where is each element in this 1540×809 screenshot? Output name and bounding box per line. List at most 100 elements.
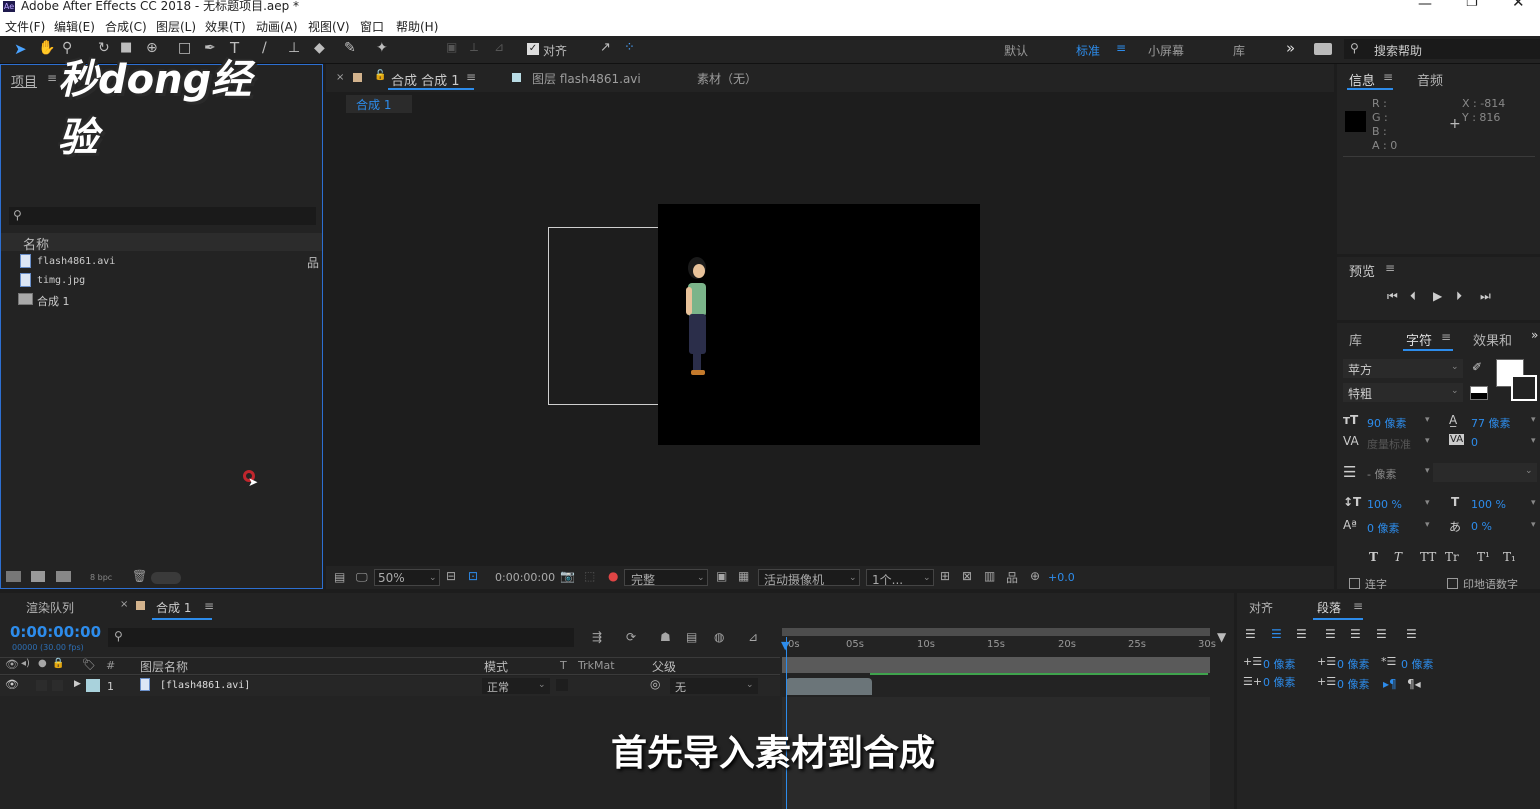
close-icon[interactable]: ✕ (1512, 0, 1525, 10)
stroke-type-select[interactable]: ⌄ (1433, 463, 1537, 482)
chevron-down-icon[interactable]: ▾ (1425, 498, 1430, 508)
snap-grid-icon[interactable]: ⁘ (624, 40, 635, 55)
frame-blending-icon[interactable]: ▤ (686, 630, 697, 644)
rtl-direction-icon[interactable]: ¶◂ (1407, 677, 1421, 691)
menu-composition[interactable]: 合成(C) (105, 18, 147, 35)
preview-tab[interactable]: 预览 (1349, 261, 1375, 280)
safe-margin-icon[interactable]: ⊡ (468, 569, 478, 583)
restore-icon[interactable]: ❐ (1466, 0, 1478, 9)
tab-paragraph[interactable]: 段落 (1317, 599, 1341, 616)
bpc-label[interactable]: 8 bpc (90, 573, 112, 582)
tab-menu-icon[interactable]: ≡ (466, 70, 476, 84)
align-right-icon[interactable]: ☰ (1296, 627, 1307, 641)
resolution-fit-icon[interactable]: ⊟ (446, 569, 456, 583)
tab-render-queue[interactable]: 渲染队列 (26, 599, 74, 616)
more-panels-icon[interactable]: » (1531, 328, 1538, 342)
menu-help[interactable]: 帮助(H) (396, 18, 438, 35)
camera-select[interactable]: 活动摄像机 ⌄ (758, 569, 860, 587)
ligatures-checkbox[interactable] (1349, 578, 1360, 589)
font-family-select[interactable]: 苹方 ⌄ (1343, 359, 1463, 378)
viewer-timecode[interactable]: 0:00:00:00 (495, 571, 555, 584)
puppet-tool-icon[interactable]: ✦ (376, 40, 388, 56)
channel-icon[interactable]: ● (608, 569, 618, 583)
tab-align[interactable]: 对齐 (1249, 599, 1273, 616)
project-tab[interactable]: 项目 (11, 71, 37, 90)
indent-left-value[interactable]: 0 像素 (1263, 656, 1296, 672)
list-item[interactable]: timg.jpg (1, 272, 307, 290)
layer-label-color[interactable] (86, 679, 100, 692)
indent-right-value[interactable]: 0 像素 (1263, 674, 1296, 690)
tab-character[interactable]: 字符 (1406, 330, 1432, 349)
leading-value[interactable]: 77 像素 (1471, 415, 1511, 431)
display-icon[interactable]: 🖵 (356, 570, 368, 585)
small-caps-button[interactable]: Tr (1445, 550, 1459, 564)
time-navigator-track[interactable] (782, 657, 1210, 673)
audio-tab[interactable]: 音频 (1417, 70, 1443, 89)
preview-menu-icon[interactable]: ≡ (1385, 261, 1395, 275)
ltr-direction-icon[interactable]: ▸¶ (1383, 677, 1397, 691)
views-select[interactable]: 1个... ⌄ (866, 569, 934, 587)
region-of-interest-icon[interactable]: ▣ (716, 569, 727, 583)
info-menu-icon[interactable]: ≡ (1383, 70, 1393, 84)
paragraph-menu-icon[interactable]: ≡ (1353, 599, 1363, 613)
lock-icon[interactable]: 🔓 (374, 70, 386, 81)
help-search-input[interactable]: ⚲ 搜索帮助 (1344, 39, 1540, 59)
solo-box[interactable] (36, 680, 47, 691)
trash-icon[interactable]: 🗑 (132, 569, 147, 583)
project-search-input[interactable]: ⚲ (9, 207, 316, 225)
solo-header-icon[interactable]: ● (38, 658, 47, 669)
label-header-icon[interactable]: 🏷 (82, 658, 96, 671)
current-timecode[interactable]: 0:00:00:00 (10, 623, 101, 641)
shy-layers-icon[interactable]: ☗ (660, 630, 671, 644)
motion-blur-icon[interactable]: ◍ (714, 630, 724, 644)
exposure-icon[interactable]: ⊕ (1030, 569, 1040, 583)
layer-name[interactable]: [flash4861.avi] (160, 680, 250, 691)
stroke-width-value[interactable]: - 像素 (1367, 466, 1396, 482)
snap-checkbox[interactable]: ✓ (527, 43, 539, 55)
close-tab-icon[interactable]: × (120, 599, 128, 610)
character-figure[interactable] (678, 252, 720, 382)
prev-frame-icon[interactable]: ⏴ (1410, 289, 1416, 304)
align-center-icon[interactable]: ☰ (1271, 627, 1282, 641)
list-item[interactable]: flash4861.avi (1, 253, 307, 271)
layer-bar[interactable] (786, 678, 872, 695)
thumbnail-slider[interactable] (151, 572, 181, 584)
selection-tool-icon[interactable]: ➤ (14, 40, 27, 58)
comp-flowchart-icon[interactable]: ⇶ (592, 630, 602, 644)
sync-icon[interactable] (1314, 43, 1332, 55)
workspace-library[interactable]: 库 (1233, 42, 1245, 59)
chevron-down-icon[interactable]: ▾ (1425, 466, 1430, 476)
hand-tool-icon[interactable]: ✋ (38, 40, 55, 56)
faux-bold-button[interactable]: T (1369, 550, 1378, 564)
chevron-down-icon[interactable]: ▾ (1425, 520, 1430, 530)
justify-center-icon[interactable]: ☰ (1350, 627, 1361, 641)
all-caps-button[interactable]: TT (1420, 550, 1436, 564)
pick-whip-icon[interactable]: ◎ (650, 677, 660, 691)
tab-library[interactable]: 库 (1349, 330, 1362, 349)
comp-marker-icon[interactable]: ▼ (1217, 630, 1226, 644)
clone-stamp-tool-icon[interactable]: ⊥ (288, 40, 300, 56)
workspace-menu-icon[interactable]: ≡ (1116, 41, 1126, 55)
menu-animation[interactable]: 动画(A) (256, 18, 298, 35)
audio-header-icon[interactable]: ◂) (21, 658, 30, 669)
new-folder-icon[interactable] (31, 571, 45, 582)
chevron-down-icon[interactable]: ▾ (1531, 436, 1536, 446)
chevron-down-icon[interactable]: ▾ (1425, 436, 1430, 446)
comp-breadcrumb[interactable]: 合成 1 (346, 95, 412, 113)
column-t[interactable]: T (560, 659, 567, 672)
close-tab-icon[interactable]: × (336, 72, 344, 83)
chevron-down-icon[interactable]: ▾ (1425, 415, 1430, 425)
trkmat-box[interactable] (556, 679, 568, 691)
lock-box[interactable] (52, 680, 63, 691)
work-area-bar[interactable] (782, 628, 1210, 636)
minimize-icon[interactable]: — (1418, 0, 1432, 11)
expand-arrow-icon[interactable]: ▶ (74, 679, 81, 689)
exposure-value[interactable]: +0.0 (1048, 571, 1075, 584)
font-style-select[interactable]: 特粗 ⌄ (1343, 383, 1463, 402)
lock-header-icon[interactable]: 🔒 (52, 658, 64, 669)
chevron-down-icon[interactable]: ▾ (1531, 498, 1536, 508)
draft-3d-icon[interactable]: ⟳ (626, 630, 636, 644)
new-composition-icon[interactable] (56, 571, 71, 582)
space-before-value[interactable]: 0 像素 (1337, 656, 1370, 672)
character-menu-icon[interactable]: ≡ (1441, 330, 1451, 344)
